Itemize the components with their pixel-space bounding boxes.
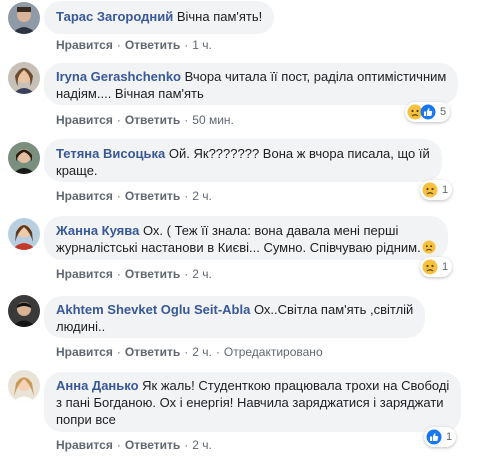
sad-icon <box>422 182 438 198</box>
avatar[interactable] <box>8 295 40 327</box>
separator-dot: · <box>184 38 189 52</box>
avatar[interactable] <box>8 2 40 34</box>
comment-author[interactable]: Жанна Куява <box>56 223 139 238</box>
separator-dot: · <box>184 267 189 281</box>
reaction-count: 1 <box>442 261 449 273</box>
comment-text: Ох. ( Теж її знала: вона давала мені пер… <box>142 223 399 238</box>
like-link[interactable]: Нравится <box>56 345 113 359</box>
like-icon <box>420 104 436 120</box>
reactions-summary[interactable]: 1 <box>420 180 453 200</box>
like-link[interactable]: Нравится <box>56 113 113 127</box>
comment-time[interactable]: 2 ч. <box>192 438 212 452</box>
avatar[interactable] <box>8 218 40 250</box>
comment-bubble: Анна Данько Як жаль! Студенткою працювал… <box>44 372 462 432</box>
separator-dot: · <box>215 345 220 359</box>
comment-author[interactable]: Тетяна Висоцька <box>56 146 165 161</box>
separator-dot: · <box>116 38 121 52</box>
avatar[interactable] <box>8 62 40 94</box>
comment-bubble: Akhtem Shevket Oglu Seit-Abla Ох..Світла… <box>44 296 426 338</box>
comment-text: Вчора читала її пост, раділа оптимістичн… <box>184 69 447 84</box>
comment-bubble: Жанна Куява Ох. ( Теж її знала: вона дав… <box>44 216 448 260</box>
like-icon <box>426 429 442 445</box>
comment-author[interactable]: Iryna Gerashchenko <box>56 69 181 84</box>
sad-emoji-icon <box>422 240 436 254</box>
edited-label[interactable]: Отредактировано <box>224 345 323 359</box>
like-link[interactable]: Нравится <box>56 438 113 452</box>
comment-actions: Нравится · Ответить · 1 ч. <box>56 37 212 53</box>
separator-dot: · <box>184 189 189 203</box>
reply-link[interactable]: Ответить <box>125 113 180 127</box>
reactions-summary[interactable]: 5 <box>405 102 451 122</box>
like-link[interactable]: Нравится <box>56 267 113 281</box>
avatar[interactable] <box>8 370 40 402</box>
comment-text: попри все <box>56 412 116 427</box>
comment-time[interactable]: 2 ч. <box>192 345 212 359</box>
separator-dot: · <box>184 345 189 359</box>
reply-link[interactable]: Ответить <box>125 189 180 203</box>
reply-link[interactable]: Ответить <box>125 438 180 452</box>
comment-text: журналістські настанови в Києві... Сумно… <box>56 240 421 255</box>
comment-text: людині.. <box>56 319 106 334</box>
reply-link[interactable]: Ответить <box>125 267 180 281</box>
comment-bubble: Тетяна Висоцька Ой. Як??????? Вона ж вчо… <box>44 139 442 182</box>
reactions-summary[interactable]: 1 <box>424 427 457 447</box>
separator-dot: · <box>116 438 121 452</box>
reaction-count: 5 <box>440 106 447 118</box>
comment-actions: Нравится · Ответить · 2 ч. <box>56 266 212 282</box>
comment-author[interactable]: Анна Данько <box>56 378 139 393</box>
separator-dot: · <box>116 345 121 359</box>
comment-actions: Нравится · Ответить · 2 ч. · Отредактировано <box>56 344 323 360</box>
comment-text: краще. <box>56 163 98 178</box>
separator-dot: · <box>116 113 121 127</box>
reactions-summary[interactable]: 1 <box>420 257 453 277</box>
separator-dot: · <box>116 267 121 281</box>
like-link[interactable]: Нравится <box>56 38 113 52</box>
comment-text: Як жаль! Студенткою працювала трохи на С… <box>142 378 450 393</box>
avatar[interactable] <box>8 142 40 174</box>
comment-actions: Нравится · Ответить · 2 ч. <box>56 188 212 204</box>
separator-dot: · <box>116 189 121 203</box>
comment-time[interactable]: 50 мин. <box>192 113 234 127</box>
comment-bubble: Тарас Загородний Вічна пам'ять! <box>44 1 275 34</box>
like-link[interactable]: Нравится <box>56 189 113 203</box>
comment-actions: Нравится · Ответить · 2 ч. <box>56 437 212 453</box>
comment-actions: Нравится · Ответить · 50 мин. <box>56 112 234 128</box>
comment-time[interactable]: 1 ч. <box>192 38 212 52</box>
comment-text: надіям.... Вічная пам'ять <box>56 86 204 101</box>
comment-time[interactable]: 2 ч. <box>192 267 212 281</box>
separator-dot: · <box>184 113 189 127</box>
comment-author[interactable]: Тарас Загородний <box>56 9 173 24</box>
reply-link[interactable]: Ответить <box>125 38 180 52</box>
reaction-count: 1 <box>442 184 449 196</box>
separator-dot: · <box>184 438 189 452</box>
comment-bubble: Iryna Gerashchenko Вчора читала її пост,… <box>44 63 459 105</box>
comment-text: з пані Богданою. Ох і енергія! Навчила з… <box>56 395 444 410</box>
reaction-count: 1 <box>446 431 453 443</box>
comment-author[interactable]: Akhtem Shevket Oglu Seit-Abla <box>56 302 250 317</box>
comment-text: Ох..Світла пам'ять ,світлій <box>253 302 414 317</box>
reply-link[interactable]: Ответить <box>125 345 180 359</box>
comment-text: Вічна пам'ять! <box>176 9 263 24</box>
comment-text: Ой. Як??????? Вона ж вчора писала, що їй <box>168 146 430 161</box>
comment-time[interactable]: 2 ч. <box>192 189 212 203</box>
sad-icon <box>422 259 438 275</box>
